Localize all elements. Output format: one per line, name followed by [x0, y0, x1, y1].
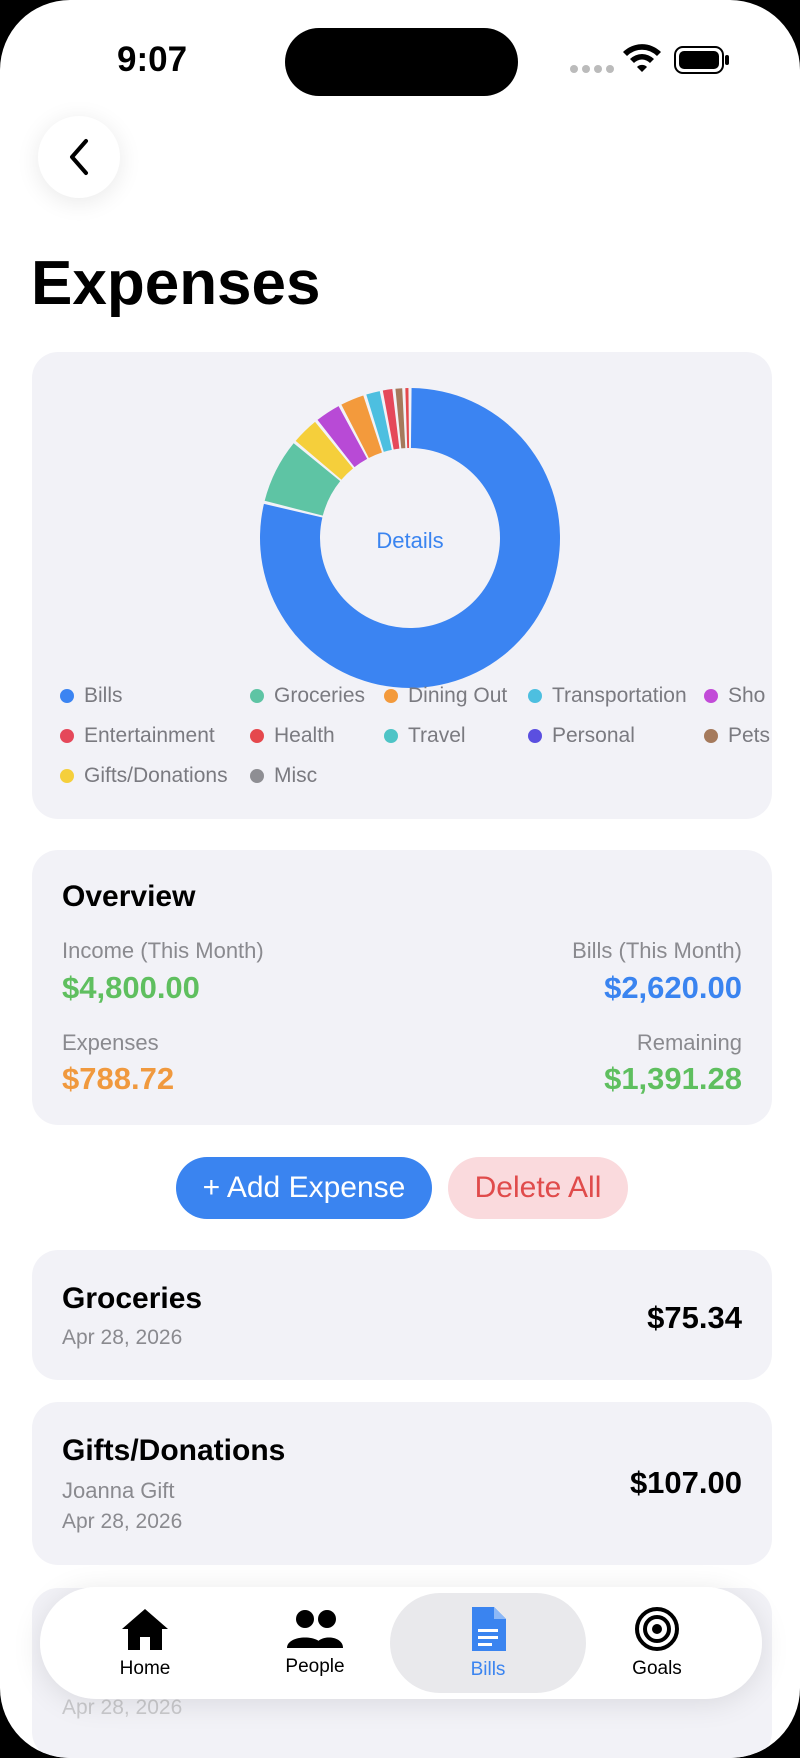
tab-bills-label: Bills [470, 1659, 506, 1680]
legend-label: Bills [84, 684, 123, 707]
tab-home-label: Home [119, 1658, 171, 1679]
status-time: 9:07 [117, 40, 188, 79]
phone-screen: 9:07 Expenses Details Bills Groceries Dini… [0, 0, 800, 1758]
expense-date: Apr 28, 2026 [62, 1696, 183, 1719]
legend-item: Sho [704, 684, 765, 708]
legend-label: Pets [728, 724, 771, 747]
tab-bills[interactable]: Bills [390, 1593, 586, 1693]
expenses-value: $788.72 [62, 1061, 175, 1096]
expense-note: Joanna Gift [62, 1478, 175, 1503]
chart-legend: Bills Groceries Dining Out Transportation Sh… [32, 684, 772, 814]
bills-value: $2,620.00 [604, 970, 742, 1005]
signal-icon [570, 65, 614, 73]
income-label: Income (This Month) [62, 938, 264, 963]
bills-label: Bills (This Month) [572, 938, 742, 963]
tab-people-label: People [285, 1656, 345, 1677]
legend-label: Sho [728, 684, 766, 707]
legend-item: Pets [704, 724, 770, 748]
legend-dot [384, 729, 398, 743]
tab-goals-label: Goals [632, 1658, 682, 1679]
tab-goals[interactable]: Goals [572, 1587, 742, 1699]
legend-dot [528, 729, 542, 743]
legend-dot [250, 729, 264, 743]
legend-item: Bills [60, 684, 123, 708]
expense-row[interactable]: Gifts/Donations Joanna Gift Apr 28, 2026… [32, 1402, 772, 1565]
add-expense-button[interactable]: + Add Expense [176, 1157, 432, 1219]
donut-slice-health[interactable] [405, 388, 410, 449]
legend-label: Personal [552, 724, 635, 747]
legend-dot [250, 689, 264, 703]
legend-label: Entertainment [84, 724, 215, 747]
legend-dot [60, 689, 74, 703]
legend-item: Misc [250, 764, 317, 788]
expense-row[interactable]: Groceries Apr 28, 2026 $75.34 [32, 1250, 772, 1380]
legend-item: Health [250, 724, 335, 748]
legend-label: Groceries [274, 684, 366, 707]
legend-label: Misc [274, 764, 318, 787]
expenses-label: Expenses [62, 1030, 159, 1055]
house-icon [122, 1609, 168, 1650]
legend-label: Transportation [552, 684, 687, 707]
overview-title: Overview [62, 880, 196, 913]
back-button[interactable] [38, 116, 120, 198]
expense-amount: $107.00 [629, 1465, 742, 1500]
delete-all-button[interactable]: Delete All [448, 1157, 628, 1219]
legend-item: Travel [384, 724, 466, 748]
legend-label: Dining Out [408, 684, 508, 707]
legend-item: Entertainment [60, 724, 215, 748]
expense-donut-chart[interactable]: Details [250, 378, 570, 698]
page-title: Expenses [31, 249, 321, 318]
legend-item: Dining Out [384, 684, 507, 708]
expense-title: Groceries [62, 1282, 203, 1315]
legend-item: Gifts/Donations [60, 764, 228, 788]
expense-date: Apr 28, 2026 [62, 1326, 183, 1349]
legend-dot [60, 769, 74, 783]
income-value: $4,800.00 [62, 970, 200, 1005]
wifi-icon [623, 44, 661, 72]
legend-dot [384, 689, 398, 703]
legend-dot [250, 769, 264, 783]
overview-card: Overview Income (This Month) $4,800.00 B… [32, 850, 772, 1125]
legend-dot [60, 729, 74, 743]
expense-title: Gifts/Donations [62, 1434, 286, 1467]
legend-dot [528, 689, 542, 703]
chevron-left-icon [70, 139, 88, 175]
status-bar: 9:07 [0, 0, 800, 120]
remaining-label: Remaining [636, 1030, 742, 1055]
tab-home[interactable]: Home [60, 1587, 230, 1699]
legend-dot [704, 689, 718, 703]
dynamic-island [285, 28, 518, 96]
legend-label: Travel [408, 724, 466, 747]
legend-item: Personal [528, 724, 635, 748]
chart-card: Details Bills Groceries Dining Out Transpor… [32, 352, 772, 819]
people-icon [287, 1610, 343, 1648]
remaining-value: $1,391.28 [604, 1061, 742, 1096]
expense-date: Apr 28, 2026 [62, 1510, 183, 1533]
tab-bar: Home People Bills Goals [40, 1587, 762, 1699]
document-icon [472, 1607, 506, 1651]
legend-item: Groceries [250, 684, 365, 708]
battery-icon [674, 46, 729, 74]
legend-label: Health [274, 724, 335, 747]
legend-dot [704, 729, 718, 743]
tab-people[interactable]: People [230, 1587, 400, 1699]
target-icon [635, 1607, 679, 1651]
expense-amount: $75.34 [647, 1300, 742, 1335]
details-link[interactable]: Details [376, 528, 443, 553]
legend-label: Gifts/Donations [84, 764, 228, 787]
legend-item: Transportation [528, 684, 687, 708]
